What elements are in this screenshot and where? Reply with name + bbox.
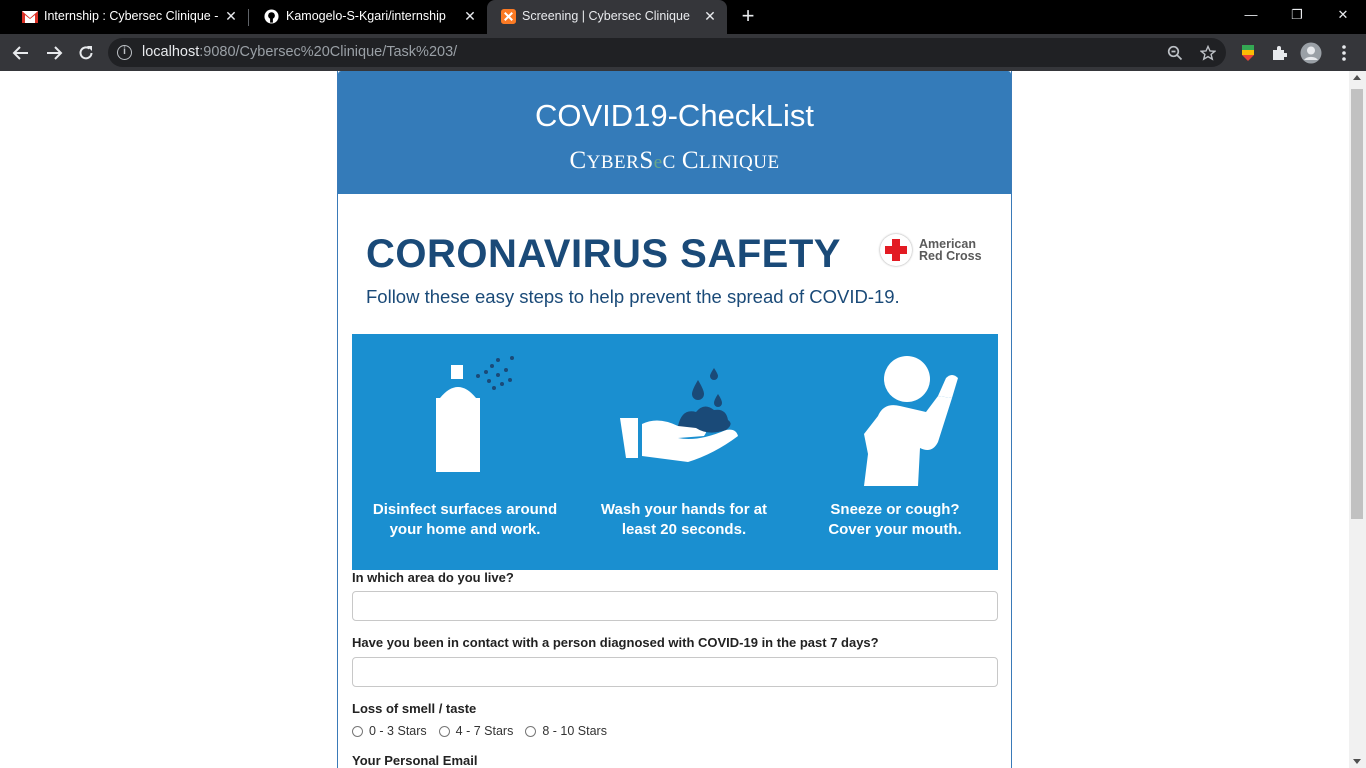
brand-logo: CYBERSeC CLINIQUE: [338, 147, 1011, 175]
extension-colorful-icon[interactable]: [1237, 42, 1259, 64]
step-caption: Disinfect surfaces around your home and w…: [358, 500, 572, 540]
contact-label: Have you been in contact with a person d…: [352, 635, 879, 650]
restore-button[interactable]: ❐: [1274, 0, 1320, 30]
extensions-puzzle-icon[interactable]: [1268, 42, 1290, 64]
tab-gmail[interactable]: Internship : Cybersec Clinique - k ✕: [8, 0, 246, 34]
scroll-thumb[interactable]: [1351, 89, 1363, 519]
tab-title: Screening | Cybersec Clinique: [522, 9, 690, 23]
caption-line: your home and work.: [389, 521, 541, 538]
caption-line: Wash your hands for at: [600, 501, 768, 518]
close-tab-icon[interactable]: ✕: [461, 7, 479, 25]
checklist-card: COVID19-CheckList CYBERSeC CLINIQUE CORON…: [337, 71, 1012, 768]
contact-input[interactable]: [352, 657, 998, 687]
radio-button[interactable]: [525, 725, 537, 737]
area-label: In which area do you live?: [352, 570, 514, 585]
page-scrollbar[interactable]: [1349, 71, 1366, 768]
url-path: :9080/Cybersec%20Clinique/Task%203/: [199, 44, 458, 60]
brand-char: C: [569, 147, 587, 174]
tab-divider: [248, 9, 249, 26]
tab-title: Kamogelo-S-Kgari/internship: [286, 9, 446, 23]
infographic-title: CORONAVIRUS SAFETY: [366, 232, 841, 276]
url-host: localhost: [142, 44, 200, 60]
brand-char: C: [662, 152, 676, 173]
scroll-down-arrow-icon[interactable]: [1353, 759, 1361, 764]
step-caption: Wash your hands for at least 20 seconds.: [574, 500, 794, 540]
spray-bottle-icon: [436, 356, 514, 472]
bookmark-star-icon[interactable]: [1198, 43, 1218, 63]
org-line: Red Cross: [919, 249, 982, 263]
scroll-up-arrow-icon[interactable]: [1353, 75, 1361, 80]
radio-option-0-3[interactable]: 0 - 3 Stars: [352, 724, 427, 738]
brand-char: S: [639, 147, 654, 174]
browser-toolbar: i localhost:9080/Cybersec%20Clinique/Tas…: [0, 34, 1366, 71]
step-caption: Sneeze or cough? Cover your mouth.: [792, 500, 998, 540]
radio-option-4-7[interactable]: 4 - 7 Stars: [438, 724, 514, 738]
tab-title: Internship : Cybersec Clinique - k: [44, 9, 222, 23]
caption-line: Sneeze or cough?: [830, 501, 960, 518]
caption-line: Cover your mouth.: [828, 521, 962, 538]
email-label: Your Personal Email: [352, 753, 478, 768]
forward-button[interactable]: [42, 41, 66, 65]
address-bar[interactable]: i localhost:9080/Cybersec%20Clinique/Tas…: [108, 38, 1226, 67]
person-cough-icon: [864, 356, 958, 486]
arrow-left-icon: [12, 46, 28, 60]
red-cross-name: American Red Cross: [919, 238, 982, 263]
brand-char: LINIQUE: [699, 152, 780, 173]
zoom-icon[interactable]: [1165, 43, 1185, 63]
red-cross-logo-icon: [880, 234, 912, 266]
site-info-icon[interactable]: i: [117, 45, 132, 60]
tab-github[interactable]: Kamogelo-S-Kgari/internship ✕: [250, 0, 486, 34]
profile-avatar-icon[interactable]: [1300, 42, 1322, 64]
close-tab-icon[interactable]: ✕: [701, 7, 719, 25]
window-close-button[interactable]: ✕: [1320, 0, 1366, 30]
radio-label: 0 - 3 Stars: [369, 724, 427, 738]
minimize-button[interactable]: —: [1228, 0, 1274, 30]
brand-char: C: [681, 147, 700, 174]
page-viewport: COVID19-CheckList CYBERSeC CLINIQUE CORON…: [0, 71, 1366, 768]
close-tab-icon[interactable]: ✕: [222, 7, 240, 25]
back-button[interactable]: [9, 41, 33, 65]
reload-icon: [79, 46, 93, 60]
github-icon: [264, 9, 279, 24]
area-input[interactable]: [352, 591, 998, 621]
browser-menu-icon[interactable]: [1333, 42, 1355, 64]
browser-tab-strip: Internship : Cybersec Clinique - k ✕ Kam…: [0, 0, 1366, 34]
radio-label: 4 - 7 Stars: [455, 724, 514, 738]
card-header: COVID19-CheckList CYBERSeC CLINIQUE: [338, 71, 1011, 194]
radio-button[interactable]: [438, 725, 450, 737]
smell-taste-options: 0 - 3 Stars 4 - 7 Stars 8 - 10 Stars: [352, 723, 619, 739]
page-title: COVID19-CheckList: [534, 98, 815, 133]
tab-screening[interactable]: Screening | Cybersec Clinique ✕: [487, 0, 727, 34]
smell-taste-label: Loss of smell / taste: [352, 701, 477, 716]
arrow-right-icon: [47, 46, 63, 60]
safety-steps-panel: Disinfect surfaces around your home and w…: [352, 334, 998, 570]
radio-option-8-10[interactable]: 8 - 10 Stars: [525, 724, 607, 738]
new-tab-button[interactable]: +: [736, 5, 760, 29]
radio-label: 8 - 10 Stars: [542, 724, 607, 738]
url-text[interactable]: localhost:9080/Cybersec%20Clinique/Task%…: [142, 44, 457, 60]
caption-line: least 20 seconds.: [621, 521, 747, 538]
gmail-icon: [22, 11, 38, 23]
brand-mark: e: [653, 152, 663, 173]
reload-button[interactable]: [74, 41, 98, 65]
brand-char: YBER: [586, 152, 640, 173]
hand-wash-icon: [620, 368, 738, 462]
radio-button[interactable]: [352, 725, 363, 737]
xampp-icon: [501, 9, 516, 24]
infographic-subtitle: Follow these easy steps to help prevent …: [366, 286, 900, 307]
caption-line: Disinfect surfaces around: [372, 501, 558, 518]
